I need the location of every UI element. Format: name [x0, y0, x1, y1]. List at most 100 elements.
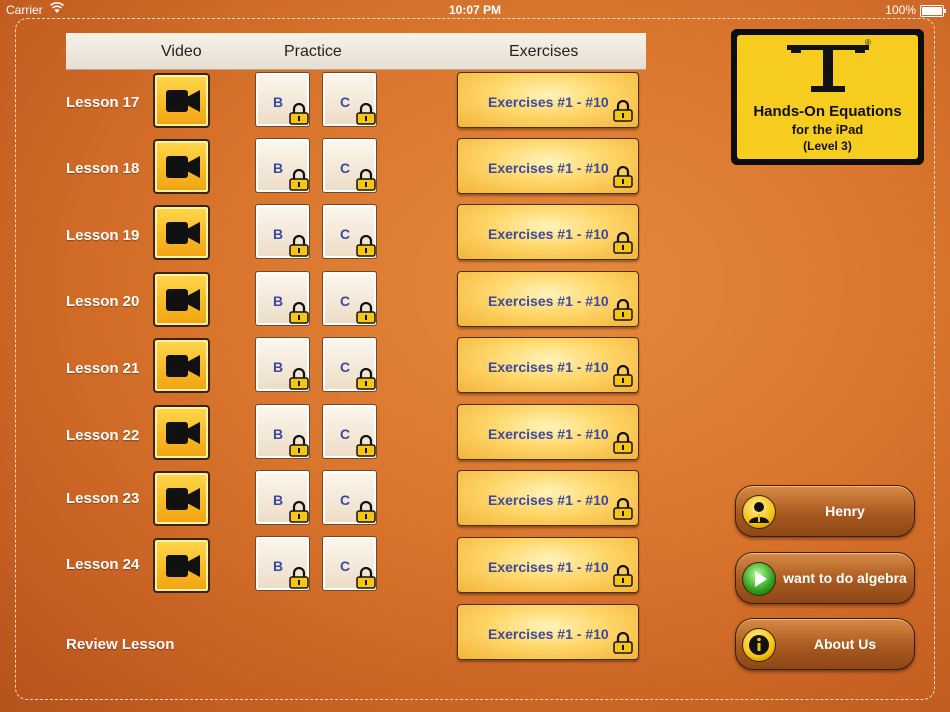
practice-c-label: C — [340, 293, 351, 309]
video-button[interactable] — [153, 471, 210, 526]
practice-b-label: B — [273, 359, 284, 375]
lock-icon — [356, 302, 376, 324]
lesson-label: Lesson 20 — [66, 293, 140, 310]
lock-icon — [289, 169, 309, 191]
exercises-label: Exercises #1 - #10 — [488, 359, 609, 375]
battery-percent: 100% — [885, 3, 916, 17]
practice-b-button[interactable]: B — [255, 72, 310, 127]
practice-b-button[interactable]: B — [255, 138, 310, 193]
logo-title: Hands-On Equations — [753, 103, 902, 120]
video-camera-icon — [166, 222, 200, 244]
lock-icon — [289, 235, 309, 257]
practice-b-button[interactable]: B — [255, 271, 310, 326]
lesson-label: Lesson 17 — [66, 94, 140, 111]
review-lesson-label: Review Lesson — [66, 636, 175, 653]
practice-c-button[interactable]: C — [322, 204, 377, 259]
video-button[interactable] — [153, 139, 210, 194]
practice-c-button[interactable]: C — [322, 72, 377, 127]
practice-b-button[interactable]: B — [255, 404, 310, 459]
status-bar: Carrier 10:07 PM 100% — [0, 0, 950, 20]
lock-icon — [356, 567, 376, 589]
practice-b-button[interactable]: B — [255, 470, 310, 525]
lesson-label: Lesson 19 — [66, 227, 140, 244]
exercises-label: Exercises #1 - #10 — [488, 160, 609, 176]
balance-scale-icon — [787, 45, 869, 92]
exercises-label: Exercises #1 - #10 — [488, 94, 609, 110]
lock-icon — [613, 100, 633, 122]
lock-icon — [289, 435, 309, 457]
practice-c-label: C — [340, 160, 351, 176]
practice-c-button[interactable]: C — [322, 138, 377, 193]
lesson-label: Lesson 22 — [66, 427, 140, 444]
video-button[interactable] — [153, 205, 210, 260]
video-button[interactable] — [153, 73, 210, 128]
exercises-button[interactable]: Exercises #1 - #10 — [457, 337, 639, 393]
exercises-button[interactable]: Exercises #1 - #10 — [457, 404, 639, 460]
lock-icon — [613, 232, 633, 254]
practice-c-button[interactable]: C — [322, 337, 377, 392]
lock-icon — [356, 501, 376, 523]
logo-subtitle: for the iPad — [791, 122, 864, 137]
user-name: Henry — [825, 503, 865, 519]
practice-c-label: C — [340, 226, 351, 242]
video-camera-icon — [166, 488, 200, 510]
exercises-button[interactable]: Exercises #1 - #10 — [457, 138, 639, 194]
practice-c-label: C — [340, 558, 351, 574]
lock-icon — [356, 103, 376, 125]
lock-icon — [613, 299, 633, 321]
exercises-label: Exercises #1 - #10 — [488, 226, 609, 242]
practice-c-label: C — [340, 492, 351, 508]
lock-icon — [613, 565, 633, 587]
practice-c-label: C — [340, 426, 351, 442]
exercises-button[interactable]: Exercises #1 - #10 — [457, 72, 639, 128]
lock-icon — [613, 498, 633, 520]
lock-icon — [289, 501, 309, 523]
user-icon — [742, 495, 776, 529]
exercises-label: Exercises #1 - #10 — [488, 426, 609, 442]
lesson-label: Lesson 23 — [66, 490, 140, 507]
practice-b-label: B — [273, 558, 284, 574]
lock-icon — [356, 235, 376, 257]
info-icon — [742, 628, 776, 662]
play-icon — [742, 562, 776, 596]
practice-c-button[interactable]: C — [322, 470, 377, 525]
practice-b-button[interactable]: B — [255, 536, 310, 591]
play-button[interactable]: want to do algebra — [735, 552, 915, 604]
exercises-label: Exercises #1 - #10 — [488, 293, 609, 309]
practice-c-button[interactable]: C — [322, 404, 377, 459]
about-us-label: About Us — [813, 636, 877, 652]
video-camera-icon — [166, 555, 200, 577]
video-camera-icon — [166, 289, 200, 311]
exercises-button[interactable]: Exercises #1 - #10 — [457, 537, 639, 593]
exercises-button[interactable]: Exercises #1 - #10 — [457, 271, 639, 327]
video-button[interactable] — [153, 538, 210, 593]
video-camera-icon — [166, 90, 200, 112]
practice-b-label: B — [273, 160, 284, 176]
practice-c-button[interactable]: C — [322, 271, 377, 326]
video-button[interactable] — [153, 338, 210, 393]
practice-b-label: B — [273, 293, 284, 309]
logo-panel: ® Hands-On Equations for the iPad (Level… — [737, 35, 918, 159]
user-button[interactable]: Henry — [735, 485, 915, 537]
about-us-button[interactable]: About Us — [735, 618, 915, 670]
lesson-label: Lesson 21 — [66, 360, 140, 377]
practice-b-label: B — [273, 94, 284, 110]
video-button[interactable] — [153, 272, 210, 327]
exercises-button[interactable]: Exercises #1 - #10 — [457, 470, 639, 526]
video-camera-icon — [166, 156, 200, 178]
video-button[interactable] — [153, 405, 210, 460]
practice-c-button[interactable]: C — [322, 536, 377, 591]
logo-level: (Level 3) — [803, 139, 852, 153]
practice-column-header: Practice — [284, 43, 342, 60]
app-logo: ® Hands-On Equations for the iPad (Level… — [731, 29, 924, 165]
review-exercises-button[interactable]: Exercises #1 - #10 — [457, 604, 639, 660]
practice-c-label: C — [340, 359, 351, 375]
lock-icon — [613, 632, 633, 654]
practice-b-button[interactable]: B — [255, 204, 310, 259]
lock-icon — [613, 365, 633, 387]
lock-icon — [613, 166, 633, 188]
exercises-button[interactable]: Exercises #1 - #10 — [457, 204, 639, 260]
lock-icon — [289, 567, 309, 589]
practice-b-button[interactable]: B — [255, 337, 310, 392]
lock-icon — [613, 432, 633, 454]
